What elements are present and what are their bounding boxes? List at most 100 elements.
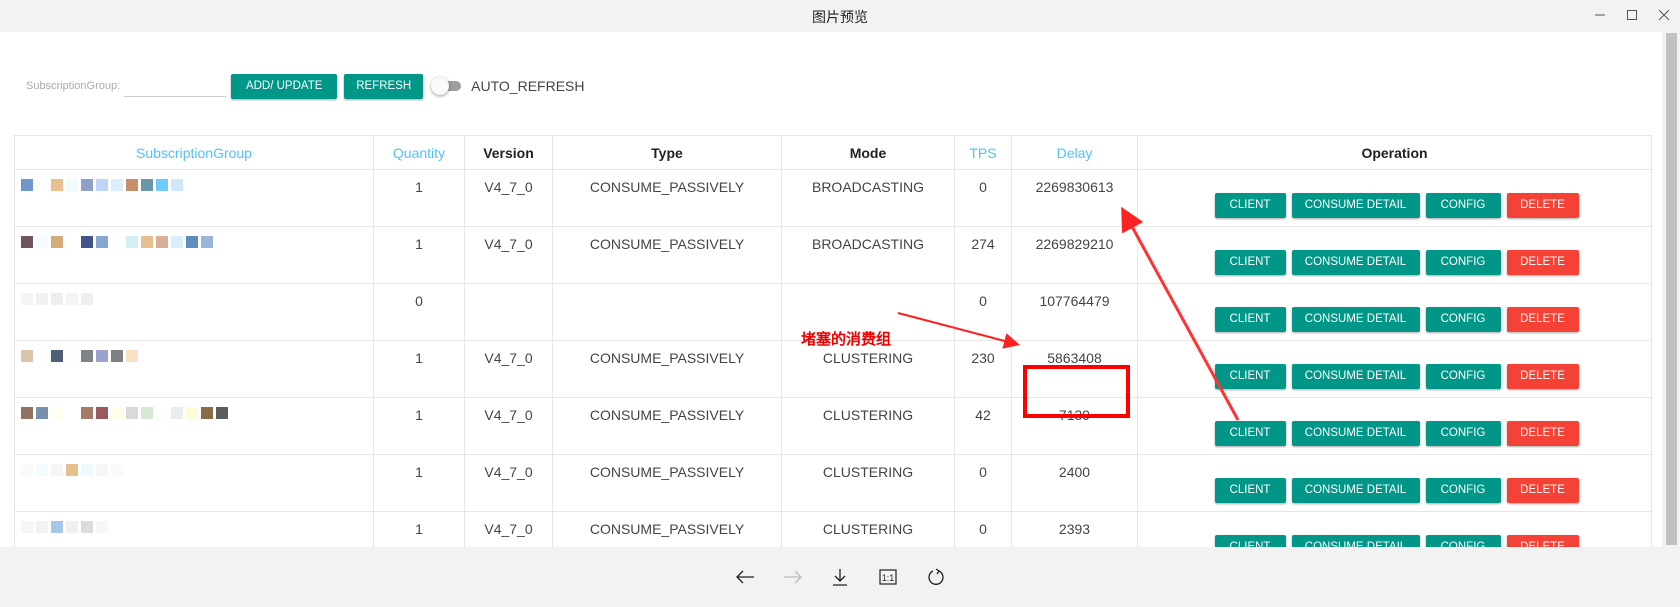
header-quantity[interactable]: Quantity [373, 135, 465, 170]
client-button[interactable]: CLIENT [1214, 420, 1286, 446]
actual-size-button[interactable]: 1:1 [874, 565, 902, 589]
cell-tps-text: 0 [979, 293, 987, 309]
cell-version-text: V4_7_0 [484, 350, 533, 366]
cell-mode-text: BROADCASTING [811, 179, 924, 195]
operation-buttons: CLIENT CONSUME DETAIL CONFIG DELETE [1138, 521, 1651, 547]
consume-detail-button[interactable]: CONSUME DETAIL [1291, 249, 1420, 275]
delete-button[interactable]: DELETE [1506, 306, 1579, 332]
consume-detail-button[interactable]: CONSUME DETAIL [1291, 192, 1420, 218]
minimize-icon [1595, 14, 1605, 16]
delete-button[interactable]: DELETE [1506, 192, 1579, 218]
scrollbar-thumb[interactable] [1666, 33, 1677, 545]
delete-button[interactable]: DELETE [1506, 534, 1579, 547]
close-icon [1658, 9, 1670, 21]
redacted-group-name [15, 170, 373, 191]
cell-operation: CLIENT CONSUME DETAIL CONFIG DELETE [1137, 397, 1652, 455]
config-button[interactable]: CONFIG [1425, 477, 1501, 503]
cell-tps: 0 [954, 283, 1012, 341]
client-button[interactable]: CLIENT [1214, 363, 1286, 389]
cell-type: CONSUME_PASSIVELY [552, 397, 782, 455]
client-button[interactable]: CLIENT [1214, 477, 1286, 503]
maximize-button[interactable] [1617, 4, 1647, 26]
cell-operation: CLIENT CONSUME DETAIL CONFIG DELETE [1137, 226, 1652, 284]
cell-version [464, 283, 553, 341]
minimize-button[interactable] [1585, 4, 1615, 26]
cell-tps: 0 [954, 454, 1012, 512]
cell-mode: CLUSTERING [781, 397, 955, 455]
cell-version-text: V4_7_0 [484, 407, 533, 423]
cell-tps-text: 0 [979, 464, 987, 480]
redacted-group-name [15, 341, 373, 362]
cell-delay: 2269830613 [1011, 169, 1138, 227]
config-button[interactable]: CONFIG [1425, 534, 1501, 547]
delete-button[interactable]: DELETE [1506, 477, 1579, 503]
header-tps[interactable]: TPS [954, 135, 1012, 170]
cell-mode: CLUSTERING [781, 511, 955, 547]
rotate-button[interactable] [922, 565, 950, 589]
config-button[interactable]: CONFIG [1425, 306, 1501, 332]
consume-detail-button[interactable]: CONSUME DETAIL [1291, 477, 1420, 503]
next-button[interactable] [779, 565, 807, 589]
close-button[interactable] [1649, 4, 1679, 26]
header-type: Type [552, 135, 782, 170]
cell-quantity: 0 [373, 283, 465, 341]
header-delay[interactable]: Delay [1011, 135, 1138, 170]
redacted-group-name [15, 227, 373, 248]
header-operation: Operation [1137, 135, 1652, 170]
client-button[interactable]: CLIENT [1214, 306, 1286, 332]
actual-size-icon: 1:1 [879, 569, 897, 585]
table-row: 1 V4_7_0 CONSUME_PASSIVELY BROADCASTING 0 226… [14, 169, 1652, 227]
cell-mode-text: BROADCASTING [811, 236, 924, 252]
config-button[interactable]: CONFIG [1425, 420, 1501, 446]
config-button[interactable]: CONFIG [1425, 249, 1501, 275]
cell-quantity-text: 1 [415, 236, 423, 252]
client-button[interactable]: CLIENT [1214, 534, 1286, 547]
delete-button[interactable]: DELETE [1506, 363, 1579, 389]
auto-refresh-toggle[interactable] [431, 77, 463, 95]
operation-buttons: CLIENT CONSUME DETAIL CONFIG DELETE [1138, 407, 1651, 446]
cell-version-text [465, 284, 552, 293]
refresh-button[interactable]: REFRESH [344, 73, 424, 99]
vertical-scrollbar[interactable] [1662, 32, 1680, 547]
download-button[interactable] [826, 565, 854, 589]
consume-detail-button[interactable]: CONSUME DETAIL [1291, 534, 1420, 547]
delete-button[interactable]: DELETE [1506, 249, 1579, 275]
previous-button[interactable] [731, 565, 759, 589]
client-button[interactable]: CLIENT [1214, 192, 1286, 218]
cell-type-text: CONSUME_PASSIVELY [589, 521, 745, 537]
svg-text:1:1: 1:1 [882, 573, 895, 583]
auto-refresh-label: AUTO_REFRESH [471, 78, 585, 94]
cell-tps-text: 274 [971, 236, 995, 252]
consume-detail-button[interactable]: CONSUME DETAIL [1291, 306, 1420, 332]
cell-tps-text: 0 [979, 521, 987, 537]
client-button[interactable]: CLIENT [1214, 249, 1286, 275]
consume-detail-button[interactable]: CONSUME DETAIL [1291, 420, 1420, 446]
cell-delay-text: 2393 [1058, 521, 1091, 537]
cell-tps-text: 230 [971, 350, 995, 366]
delete-button[interactable]: DELETE [1506, 420, 1579, 446]
cell-operation: CLIENT CONSUME DETAIL CONFIG DELETE [1137, 283, 1652, 341]
consume-detail-button[interactable]: CONSUME DETAIL [1291, 363, 1420, 389]
config-button[interactable]: CONFIG [1425, 192, 1501, 218]
cell-version: V4_7_0 [464, 169, 553, 227]
cell-delay: 2393 [1011, 511, 1138, 547]
cell-quantity: 1 [373, 454, 465, 512]
subscription-group-input[interactable] [124, 75, 227, 97]
cell-type: CONSUME_PASSIVELY [552, 511, 782, 547]
cell-quantity: 1 [373, 397, 465, 455]
cell-tps-text: 0 [979, 179, 987, 195]
cell-tps: 0 [954, 169, 1012, 227]
header-subscription-group[interactable]: SubscriptionGroup [14, 135, 374, 170]
cell-operation: CLIENT CONSUME DETAIL CONFIG DELETE [1137, 511, 1652, 547]
cell-mode: BROADCASTING [781, 226, 955, 284]
cell-version-text: V4_7_0 [484, 236, 533, 252]
cell-tps: 42 [954, 397, 1012, 455]
table-row: 1 V4_7_0 CONSUME_PASSIVELY CLUSTERING 0 2400 C… [14, 454, 1652, 512]
cell-type: CONSUME_PASSIVELY [552, 226, 782, 284]
cell-type-text [553, 284, 781, 293]
add-update-button[interactable]: ADD/ UPDATE [231, 73, 338, 99]
operation-buttons: CLIENT CONSUME DETAIL CONFIG DELETE [1138, 293, 1651, 332]
config-button[interactable]: CONFIG [1425, 363, 1501, 389]
cell-mode: CLUSTERING [781, 340, 955, 398]
operation-buttons: CLIENT CONSUME DETAIL CONFIG DELETE [1138, 350, 1651, 389]
